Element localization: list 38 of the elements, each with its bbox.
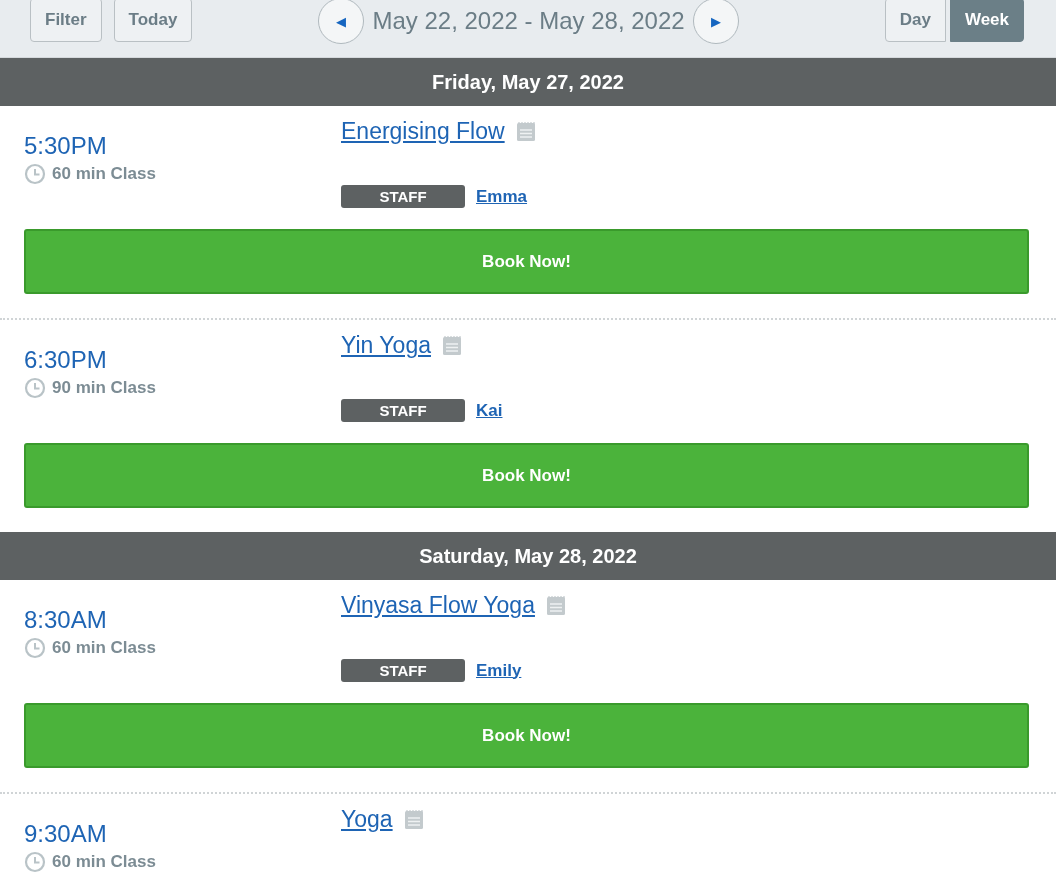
previous-button[interactable]: ◀ (318, 0, 365, 44)
class-time: 9:30AM (24, 820, 107, 848)
staff-link[interactable]: Emily (476, 660, 522, 681)
view-toggle[interactable]: Week (949, 0, 1024, 42)
class-title-link[interactable]: Yoga (341, 806, 393, 832)
clock-icon (24, 637, 46, 659)
notepad-icon (440, 334, 463, 356)
class-duration: 60 min Class (52, 638, 156, 658)
class-title-link[interactable]: Energising Flow (341, 118, 505, 144)
clock-icon (24, 163, 46, 185)
next-button[interactable]: ▶ (692, 0, 739, 44)
class-time: 6:30PM (24, 346, 107, 374)
class-title-link[interactable]: Yin Yoga (341, 332, 431, 358)
day-heading: Friday, May 27, 2022 (0, 58, 1056, 106)
staff-label: STAFF (341, 659, 465, 682)
clock-icon (24, 377, 46, 399)
book-button[interactable]: Book Now! (24, 703, 1029, 768)
view-toggle[interactable]: Day (884, 0, 946, 42)
staff-label: STAFF (341, 399, 465, 422)
date-range: May 22, 2022 - May 28, 2022 (372, 7, 685, 35)
clock-icon (24, 851, 46, 873)
staff-link[interactable]: Kai (476, 400, 503, 421)
notepad-icon (514, 120, 537, 142)
toolbar-button[interactable]: Today (113, 0, 193, 42)
class-duration: 60 min Class (52, 164, 156, 184)
class-title-link[interactable]: Vinyasa Flow Yoga (341, 592, 535, 618)
book-button[interactable]: Book Now! (24, 229, 1029, 294)
class-time: 8:30AM (24, 606, 107, 634)
notepad-icon (544, 594, 567, 616)
toolbar-button[interactable]: Filter (30, 0, 102, 42)
class-duration: 90 min Class (52, 378, 156, 398)
notepad-icon (402, 808, 425, 830)
day-heading: Saturday, May 28, 2022 (0, 532, 1056, 580)
staff-label: STAFF (341, 185, 465, 208)
book-button[interactable]: Book Now! (24, 443, 1029, 508)
class-duration: 60 min Class (52, 852, 156, 872)
staff-link[interactable]: Emma (476, 186, 528, 207)
class-time: 5:30PM (24, 132, 107, 160)
